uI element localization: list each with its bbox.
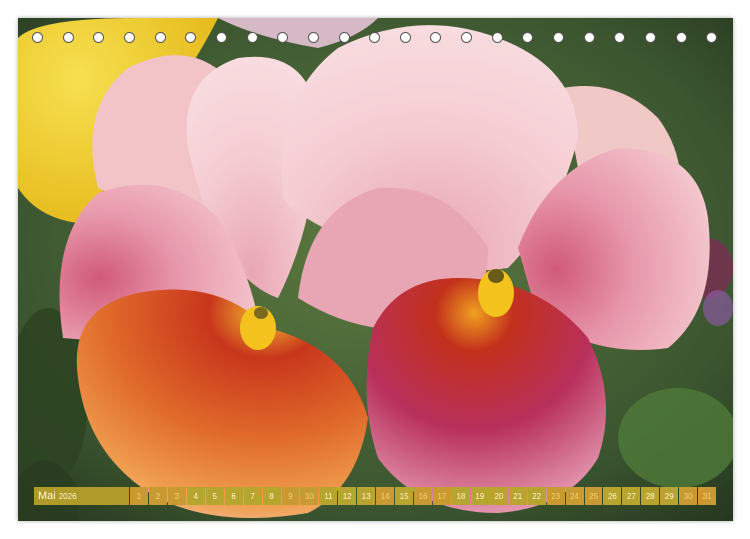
binding-hole-icon [93, 32, 104, 43]
binding-hole-icon [277, 32, 288, 43]
day-cell: 28 [641, 487, 660, 505]
month-label: Mai 2026 [34, 487, 129, 505]
day-cell: 12 [338, 487, 357, 505]
binding-hole-icon [32, 32, 43, 43]
day-cell: 7 [243, 487, 262, 505]
calendar-page: Mai 2026 1 2 3 4 5 6 7 8 9 10 11 12 13 1… [18, 18, 733, 521]
day-cell: 17 [433, 487, 451, 505]
day-cell: 26 [603, 487, 622, 505]
month-name: Mai [38, 490, 56, 502]
day-cell: 29 [660, 487, 679, 505]
binding-hole-icon [247, 32, 258, 43]
binding-hole-icon [430, 32, 441, 43]
day-cell: 19 [470, 487, 489, 505]
calendar-bar: Mai 2026 1 2 3 4 5 6 7 8 9 10 11 12 13 1… [34, 487, 717, 505]
binding-hole-icon [584, 32, 595, 43]
binding-hole-icon [522, 32, 533, 43]
day-cell: 9 [281, 487, 300, 505]
day-cell: 21 [508, 487, 527, 505]
day-cell: 14 [376, 487, 395, 505]
day-cell: 27 [622, 487, 641, 505]
day-cell: 13 [357, 487, 376, 505]
binding-hole-icon [124, 32, 135, 43]
day-cell: 15 [395, 487, 414, 505]
day-cell: 2 [148, 487, 167, 505]
binding-hole-icon [614, 32, 625, 43]
day-cell: 11 [319, 487, 338, 505]
pansy-photo [18, 18, 733, 521]
binding-hole-icon [645, 32, 656, 43]
day-cell: 8 [262, 487, 281, 505]
day-cell: 3 [167, 487, 186, 505]
binding-hole-icon [339, 32, 350, 43]
day-cell: 30 [679, 487, 698, 505]
day-cell: 18 [451, 487, 470, 505]
day-cell: 10 [300, 487, 319, 505]
binding-holes [18, 32, 733, 48]
day-cell: 20 [489, 487, 508, 505]
day-cell: 1 [130, 487, 148, 505]
day-cell: 31 [698, 487, 717, 505]
binding-hole-icon [706, 32, 717, 43]
binding-hole-icon [185, 32, 196, 43]
day-cell: 5 [205, 487, 224, 505]
binding-hole-icon [155, 32, 166, 43]
day-cell: 22 [527, 487, 546, 505]
day-cell: 23 [546, 487, 565, 505]
binding-hole-icon [676, 32, 687, 43]
year-label: 2026 [58, 491, 77, 501]
binding-hole-icon [492, 32, 503, 43]
day-cell: 6 [224, 487, 243, 505]
binding-hole-icon [63, 32, 74, 43]
binding-hole-icon [400, 32, 411, 43]
binding-hole-icon [369, 32, 380, 43]
day-cell: 24 [565, 487, 584, 505]
day-cell: 4 [186, 487, 205, 505]
binding-hole-icon [308, 32, 319, 43]
binding-hole-icon [461, 32, 472, 43]
binding-hole-icon [553, 32, 564, 43]
day-cell: 25 [584, 487, 603, 505]
binding-hole-icon [216, 32, 227, 43]
day-cell: 16 [414, 487, 432, 505]
